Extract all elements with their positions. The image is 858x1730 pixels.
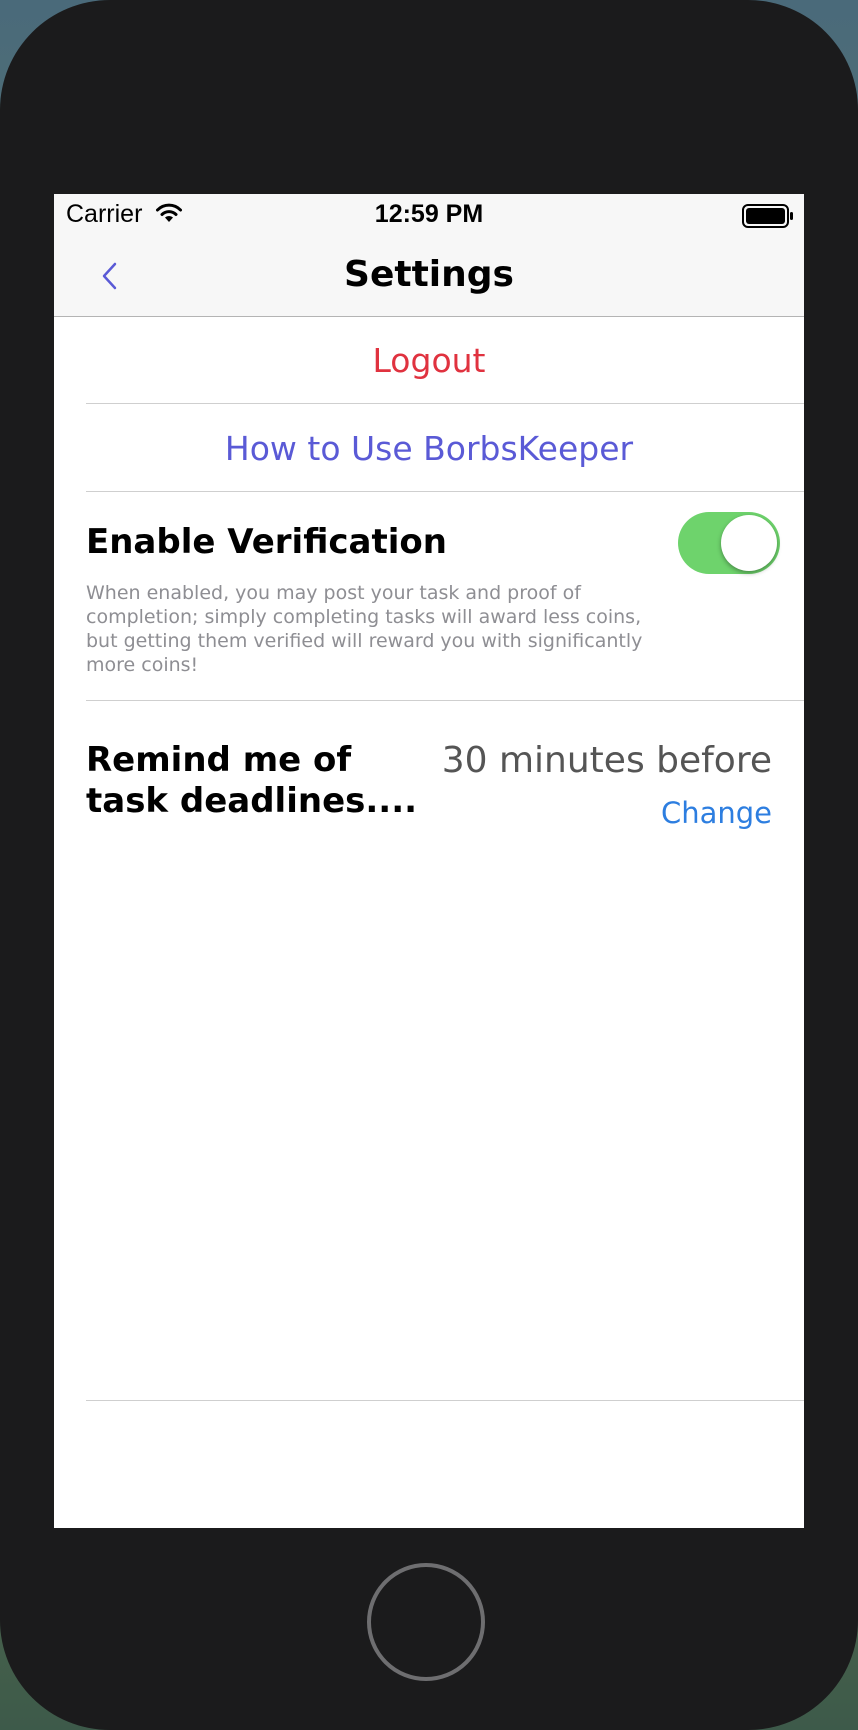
clock-time: 12:59 PM <box>374 200 484 228</box>
logout-button[interactable]: Logout <box>54 317 804 404</box>
page-title: Settings <box>344 254 514 295</box>
reminder-title: Remind me of task deadlines.... <box>86 740 418 821</box>
app-screen: Carrier 12:59 PM Settings Logout How to … <box>54 194 804 1528</box>
how-to-use-link[interactable]: How to Use BorbsKeeper <box>54 405 804 492</box>
battery-icon <box>742 204 794 233</box>
divider <box>86 1400 804 1401</box>
toggle-knob <box>721 515 777 571</box>
divider <box>86 700 804 701</box>
navigation-bar: Settings <box>54 236 804 317</box>
home-button[interactable] <box>367 1563 485 1681</box>
verification-toggle[interactable] <box>678 512 780 574</box>
status-bar: Carrier 12:59 PM <box>54 194 804 236</box>
change-reminder-button[interactable]: Change <box>661 796 772 830</box>
divider <box>86 403 804 404</box>
verification-title: Enable Verification <box>86 522 447 562</box>
reminder-value: 30 minutes before <box>441 740 772 781</box>
verification-description: When enabled, you may post your task and… <box>86 582 643 676</box>
phone-frame: Carrier 12:59 PM Settings Logout How to … <box>0 0 858 1730</box>
divider <box>86 491 804 492</box>
